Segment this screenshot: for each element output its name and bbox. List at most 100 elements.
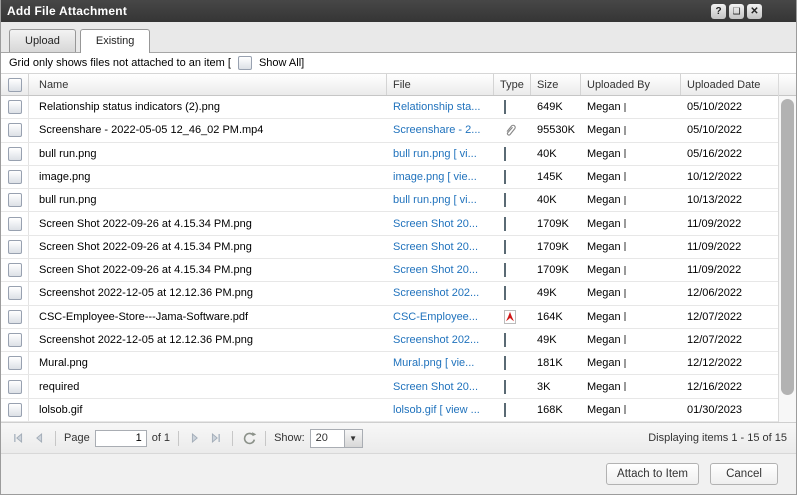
page-size-value: 20	[311, 430, 344, 447]
uploaded-by-cell: Megan	[581, 259, 681, 281]
file-link[interactable]: Screen Shot 20...	[393, 264, 478, 276]
pdf-file-icon	[504, 310, 516, 324]
file-link[interactable]: CSC-Employee...	[393, 311, 478, 323]
cancel-button[interactable]: Cancel	[710, 463, 778, 485]
row-checkbox-cell	[1, 166, 29, 188]
file-link-cell: Screen Shot 20...	[387, 236, 494, 258]
help-icon[interactable]: ?	[711, 4, 726, 19]
file-link[interactable]: Mural.png [ vie...	[393, 357, 474, 369]
column-header-uploaded-date[interactable]: Uploaded Date	[681, 74, 778, 95]
page-size-select[interactable]: 20 ▼	[310, 429, 363, 448]
file-link[interactable]: Screenshot 202...	[393, 287, 479, 299]
column-header-file[interactable]: File	[387, 74, 494, 95]
file-link[interactable]: Relationship sta...	[393, 101, 480, 113]
uploaded-by-cell: Megan	[581, 212, 681, 234]
image-type-icon	[504, 148, 506, 160]
uploaded-by-truncated-glyph	[624, 335, 626, 344]
chevron-down-icon[interactable]: ▼	[344, 430, 362, 447]
file-type-cell	[494, 212, 531, 234]
table-row[interactable]: image.png image.png [ vie... 145K Megan …	[1, 166, 778, 189]
file-link[interactable]: Screen Shot 20...	[393, 241, 478, 253]
image-type-icon	[504, 218, 506, 230]
grid-main: Name File Type Size Uploaded By Uploaded…	[1, 73, 778, 422]
paging-toolbar: Page of 1 Show: 20 ▼ Displaying items 1 …	[1, 422, 796, 454]
file-name-cell: Screen Shot 2022-09-26 at 4.15.34 PM.png	[29, 259, 387, 281]
file-size-cell: 40K	[531, 143, 581, 165]
show-label: Show:	[274, 432, 305, 444]
next-page-icon[interactable]	[187, 430, 203, 446]
row-checkbox[interactable]	[8, 286, 22, 300]
file-link[interactable]: Screenshare - 2...	[393, 124, 480, 136]
tab-upload[interactable]: Upload	[9, 29, 76, 52]
column-header-size[interactable]: Size	[531, 74, 581, 95]
maximize-icon[interactable]: ❑	[729, 4, 744, 19]
previous-page-icon[interactable]	[31, 430, 47, 446]
uploaded-by-text: Megan	[587, 148, 621, 160]
file-link[interactable]: lolsob.gif [ view ...	[393, 404, 480, 416]
close-icon[interactable]: ✕	[747, 4, 762, 19]
row-checkbox[interactable]	[8, 123, 22, 137]
file-link[interactable]: Screen Shot 20...	[393, 381, 478, 393]
column-header-uploaded-by[interactable]: Uploaded By	[581, 74, 681, 95]
table-row[interactable]: CSC-Employee-Store---Jama-Software.pdf C…	[1, 306, 778, 329]
table-row[interactable]: Screenshare - 2022-05-05 12_46_02 PM.mp4…	[1, 119, 778, 142]
row-checkbox[interactable]	[8, 333, 22, 347]
table-row[interactable]: Screenshot 2022-12-05 at 12.12.36 PM.png…	[1, 329, 778, 352]
column-header-type[interactable]: Type	[494, 74, 531, 95]
table-row[interactable]: Mural.png Mural.png [ vie... 181K Megan …	[1, 352, 778, 375]
uploaded-by-truncated-glyph	[624, 266, 626, 275]
table-row[interactable]: Screen Shot 2022-09-26 at 4.15.34 PM.png…	[1, 259, 778, 282]
first-page-icon[interactable]	[10, 430, 26, 446]
show-all-checkbox[interactable]	[238, 56, 252, 70]
uploaded-by-cell: Megan	[581, 166, 681, 188]
row-checkbox[interactable]	[8, 100, 22, 114]
file-type-cell	[494, 189, 531, 211]
scrollbar-track[interactable]	[779, 96, 796, 422]
row-checkbox[interactable]	[8, 310, 22, 324]
uploaded-by-truncated-glyph	[624, 172, 626, 181]
attach-to-item-button[interactable]: Attach to Item	[606, 463, 699, 485]
file-link-cell: Screen Shot 20...	[387, 259, 494, 281]
file-link[interactable]: Screen Shot 20...	[393, 218, 478, 230]
table-row[interactable]: Screenshot 2022-12-05 at 12.12.36 PM.png…	[1, 282, 778, 305]
file-type-cell	[494, 119, 531, 141]
column-header-name[interactable]: Name	[29, 74, 387, 95]
file-link-cell: bull run.png [ vi...	[387, 189, 494, 211]
uploaded-by-text: Megan	[587, 124, 621, 136]
refresh-icon[interactable]	[241, 430, 257, 446]
table-row[interactable]: lolsob.gif lolsob.gif [ view ... 168K Me…	[1, 399, 778, 422]
row-checkbox-cell	[1, 212, 29, 234]
row-checkbox[interactable]	[8, 356, 22, 370]
row-checkbox[interactable]	[8, 147, 22, 161]
table-row[interactable]: Relationship status indicators (2).png R…	[1, 96, 778, 119]
row-checkbox-cell	[1, 329, 29, 351]
row-checkbox[interactable]	[8, 193, 22, 207]
file-link[interactable]: bull run.png [ vi...	[393, 194, 477, 206]
table-row[interactable]: required Screen Shot 20... 3K Megan 12/1…	[1, 375, 778, 398]
table-row[interactable]: Screen Shot 2022-09-26 at 4.15.34 PM.png…	[1, 236, 778, 259]
select-all-checkbox[interactable]	[8, 78, 22, 92]
row-checkbox[interactable]	[8, 380, 22, 394]
file-size-cell: 181K	[531, 352, 581, 374]
file-name-cell: lolsob.gif	[29, 399, 387, 421]
row-checkbox[interactable]	[8, 240, 22, 254]
file-link-cell: Screenshare - 2...	[387, 119, 494, 141]
table-row[interactable]: Screen Shot 2022-09-26 at 4.15.34 PM.png…	[1, 212, 778, 235]
grid-header-row: Name File Type Size Uploaded By Uploaded…	[1, 73, 778, 96]
uploaded-by-cell: Megan	[581, 399, 681, 421]
page-number-input[interactable]	[95, 430, 147, 447]
tab-existing[interactable]: Existing	[80, 29, 151, 53]
file-link[interactable]: Screenshot 202...	[393, 334, 479, 346]
file-link-cell: lolsob.gif [ view ...	[387, 399, 494, 421]
file-name-cell: Screenshot 2022-12-05 at 12.12.36 PM.png	[29, 282, 387, 304]
file-link[interactable]: bull run.png [ vi...	[393, 148, 477, 160]
row-checkbox[interactable]	[8, 170, 22, 184]
scrollbar-thumb[interactable]	[781, 99, 794, 395]
row-checkbox[interactable]	[8, 217, 22, 231]
file-link[interactable]: image.png [ vie...	[393, 171, 477, 183]
row-checkbox[interactable]	[8, 403, 22, 417]
last-page-icon[interactable]	[208, 430, 224, 446]
table-row[interactable]: bull run.png bull run.png [ vi... 40K Me…	[1, 189, 778, 212]
row-checkbox[interactable]	[8, 263, 22, 277]
table-row[interactable]: bull run.png bull run.png [ vi... 40K Me…	[1, 143, 778, 166]
